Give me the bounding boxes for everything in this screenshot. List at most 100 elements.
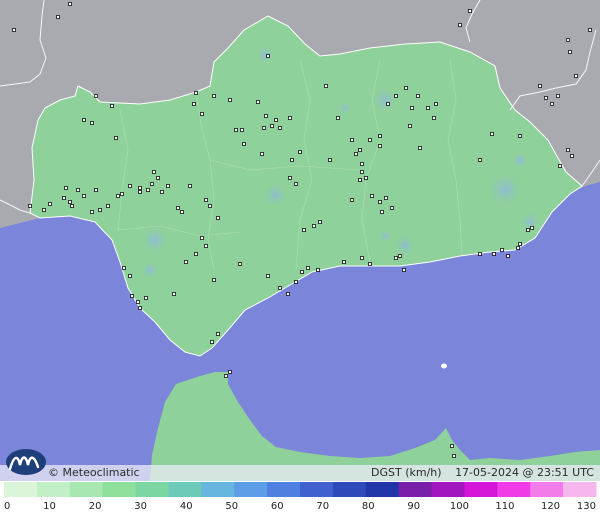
- station-marker-icon: [98, 208, 102, 212]
- station-marker-icon: [286, 292, 290, 296]
- station-marker-icon: [260, 152, 264, 156]
- station-marker-icon: [302, 228, 306, 232]
- legend-tick-label: 0: [4, 501, 10, 512]
- station-marker-icon: [12, 28, 16, 32]
- station-marker-icon: [556, 94, 560, 98]
- legend-tick-label: 60: [271, 501, 284, 512]
- station-marker-icon: [478, 252, 482, 256]
- legend-tick-label: 120: [541, 501, 560, 512]
- legend-tick-label: 50: [225, 501, 238, 512]
- station-marker-icon: [360, 162, 364, 166]
- station-marker-icon: [380, 210, 384, 214]
- legend-swatch: [69, 482, 104, 497]
- station-marker-icon: [68, 200, 72, 204]
- station-marker-icon: [394, 94, 398, 98]
- station-marker-icon: [478, 158, 482, 162]
- legend-swatch: [530, 482, 564, 497]
- legend-swatch: [497, 482, 531, 497]
- station-marker-icon: [266, 274, 270, 278]
- station-marker-icon: [184, 260, 188, 264]
- station-marker-icon: [42, 208, 46, 212]
- weather-map: [0, 0, 600, 481]
- station-marker-icon: [574, 74, 578, 78]
- station-marker-icon: [82, 194, 86, 198]
- station-marker-icon: [176, 206, 180, 210]
- station-marker-icon: [410, 106, 414, 110]
- station-marker-icon: [538, 84, 542, 88]
- station-marker-icon: [120, 192, 124, 196]
- station-marker-icon: [64, 186, 68, 190]
- legend-swatch: [168, 482, 202, 497]
- station-marker-icon: [110, 104, 114, 108]
- station-marker-icon: [228, 98, 232, 102]
- meteoclimatic-logo-icon: [4, 447, 48, 477]
- station-marker-icon: [138, 186, 142, 190]
- credit-text: © Meteoclimatic: [48, 466, 140, 479]
- station-marker-icon: [316, 268, 320, 272]
- legend-tick-label: 100: [450, 501, 469, 512]
- station-marker-icon: [506, 254, 510, 258]
- station-marker-icon: [204, 244, 208, 248]
- legend-swatch: [431, 482, 465, 497]
- station-marker-icon: [204, 198, 208, 202]
- station-marker-icon: [416, 94, 420, 98]
- legend-tick-label: 90: [407, 501, 420, 512]
- station-marker-icon: [386, 102, 390, 106]
- timestamp-label: 17-05-2024 @ 23:51 UTC: [455, 466, 594, 479]
- station-marker-icon: [490, 132, 494, 136]
- station-marker-icon: [224, 374, 228, 378]
- station-marker-icon: [114, 136, 118, 140]
- station-marker-icon: [426, 106, 430, 110]
- station-marker-icon: [234, 128, 238, 132]
- station-marker-icon: [318, 220, 322, 224]
- legend-swatch: [102, 482, 137, 497]
- station-marker-icon: [290, 158, 294, 162]
- station-marker-icon: [122, 266, 126, 270]
- station-marker-icon: [278, 286, 282, 290]
- station-marker-icon: [242, 142, 246, 146]
- station-marker-icon: [188, 184, 192, 188]
- station-marker-icon: [516, 246, 520, 250]
- station-marker-icon: [566, 148, 570, 152]
- station-marker-icon: [166, 184, 170, 188]
- station-marker-icon: [354, 152, 358, 156]
- station-marker-icon: [558, 164, 562, 168]
- station-marker-icon: [394, 256, 398, 260]
- station-marker-icon: [452, 454, 456, 458]
- station-marker-icon: [150, 182, 154, 186]
- station-marker-icon: [418, 146, 422, 150]
- legend-swatch: [365, 482, 400, 497]
- station-marker-icon: [194, 252, 198, 256]
- station-marker-icon: [144, 296, 148, 300]
- station-marker-icon: [402, 268, 406, 272]
- station-marker-icon: [212, 278, 216, 282]
- station-marker-icon: [160, 190, 164, 194]
- station-marker-icon: [266, 54, 270, 58]
- station-marker-icon: [306, 266, 310, 270]
- station-marker-icon: [130, 294, 134, 298]
- station-marker-icon: [360, 256, 364, 260]
- station-marker-icon: [238, 262, 242, 266]
- station-marker-icon: [278, 126, 282, 130]
- station-marker-icon: [156, 176, 160, 180]
- station-marker-icon: [138, 190, 142, 194]
- station-marker-icon: [228, 370, 232, 374]
- station-marker-icon: [56, 15, 60, 19]
- alboran-islet: [441, 363, 447, 369]
- legend-tick-label: 10: [43, 501, 56, 512]
- station-marker-icon: [210, 340, 214, 344]
- station-marker-icon: [570, 154, 574, 158]
- station-marker-icon: [518, 242, 522, 246]
- station-marker-icon: [458, 23, 462, 27]
- station-marker-icon: [550, 102, 554, 106]
- station-marker-icon: [294, 280, 298, 284]
- color-legend: 0 10 20 30 40 50 60 70 80 90 100 110 120 130: [0, 481, 600, 517]
- station-marker-icon: [194, 91, 198, 95]
- legend-swatch: [563, 482, 597, 497]
- station-marker-icon: [200, 112, 204, 116]
- station-marker-icon: [336, 116, 340, 120]
- legend-swatch: [201, 482, 235, 497]
- legend-swatch: [135, 482, 169, 497]
- station-marker-icon: [390, 206, 394, 210]
- station-marker-icon: [364, 176, 368, 180]
